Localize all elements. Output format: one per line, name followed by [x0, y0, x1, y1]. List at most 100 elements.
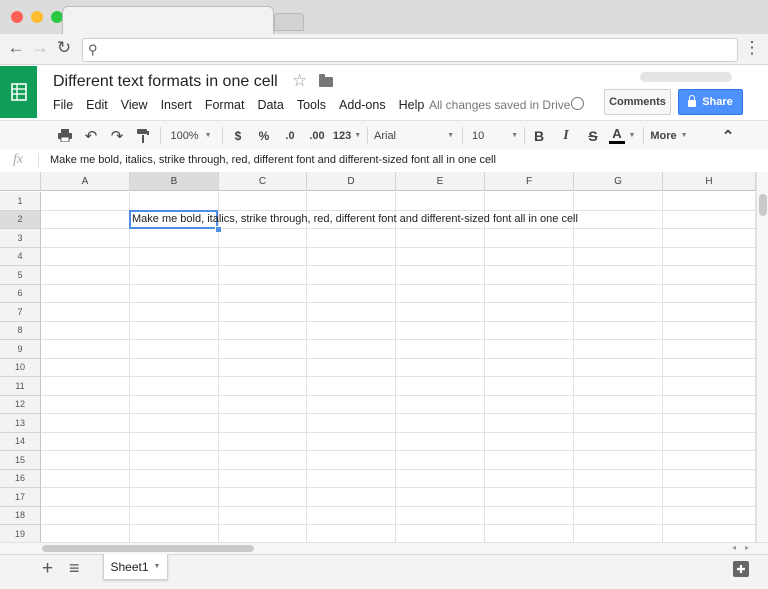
- row-header[interactable]: 9: [0, 340, 41, 359]
- menu-edit[interactable]: Edit: [86, 98, 108, 114]
- grid-cell[interactable]: [41, 210, 130, 229]
- menu-format[interactable]: Format: [205, 98, 245, 114]
- grid-cell[interactable]: [485, 266, 574, 285]
- paint-format-icon[interactable]: [132, 121, 154, 150]
- column-header[interactable]: E: [396, 172, 485, 191]
- grid-cell[interactable]: [574, 469, 663, 488]
- grid-cell[interactable]: [41, 229, 130, 248]
- grid-cell[interactable]: [485, 377, 574, 396]
- column-header[interactable]: H: [663, 172, 756, 191]
- row-header[interactable]: 8: [0, 321, 41, 340]
- grid-cell[interactable]: [574, 321, 663, 340]
- row-header[interactable]: 3: [0, 229, 41, 248]
- chevron-down-icon[interactable]: ▼: [154, 563, 161, 570]
- grid-cell[interactable]: [396, 247, 485, 266]
- grid-cell[interactable]: [130, 488, 219, 507]
- grid-cell[interactable]: [130, 469, 219, 488]
- grid-cell[interactable]: [41, 192, 130, 211]
- grid-cell[interactable]: [663, 284, 756, 303]
- grid-cell[interactable]: [307, 469, 396, 488]
- more-toolbar-button[interactable]: More ▼: [649, 121, 689, 150]
- grid-cell[interactable]: [219, 432, 307, 451]
- grid-cell[interactable]: [307, 321, 396, 340]
- row-header[interactable]: 2: [0, 210, 41, 229]
- grid-cell[interactable]: [485, 432, 574, 451]
- grid-cell[interactable]: [130, 321, 219, 340]
- grid-cell[interactable]: [219, 247, 307, 266]
- decrease-decimals-button[interactable]: .0: [280, 121, 300, 150]
- row-header[interactable]: 1: [0, 192, 41, 211]
- grid-cell[interactable]: [307, 340, 396, 359]
- grid-cell[interactable]: [130, 229, 219, 248]
- row-header[interactable]: 14: [0, 432, 41, 451]
- grid-cell[interactable]: [574, 266, 663, 285]
- grid-cell[interactable]: [396, 432, 485, 451]
- grid-cell[interactable]: [663, 247, 756, 266]
- revision-history-icon[interactable]: [571, 97, 584, 110]
- spreadsheet-grid[interactable]: ABCDEFGH 1 2 3 4 5 6 7 8 9 10 11 12 13 14 15 16 17 18 19: [0, 172, 756, 542]
- grid-cell[interactable]: [485, 340, 574, 359]
- grid-cell[interactable]: [396, 321, 485, 340]
- grid-cell[interactable]: [663, 377, 756, 396]
- grid-cell[interactable]: [485, 358, 574, 377]
- grid-cell[interactable]: [130, 340, 219, 359]
- grid-cell[interactable]: [41, 506, 130, 525]
- grid-cell[interactable]: [485, 192, 574, 211]
- grid-cell[interactable]: [485, 488, 574, 507]
- grid-cell[interactable]: [663, 525, 756, 542]
- row-header[interactable]: 7: [0, 303, 41, 322]
- zoom-select[interactable]: 100% ▼: [166, 121, 216, 150]
- back-icon[interactable]: ←: [5, 37, 27, 59]
- grid-cell[interactable]: [130, 284, 219, 303]
- grid-cell[interactable]: [574, 395, 663, 414]
- grid-cell[interactable]: [307, 525, 396, 542]
- grid-cell[interactable]: [396, 377, 485, 396]
- sheet-tab-sheet1[interactable]: Sheet1 ▼: [103, 554, 168, 580]
- row-header[interactable]: 16: [0, 469, 41, 488]
- grid-cell[interactable]: [485, 525, 574, 542]
- grid-cell[interactable]: [396, 192, 485, 211]
- grid-cell[interactable]: [396, 506, 485, 525]
- folder-icon[interactable]: [319, 74, 333, 87]
- forward-icon[interactable]: →: [29, 37, 51, 59]
- grid-cell[interactable]: [396, 303, 485, 322]
- grid-cell[interactable]: [307, 432, 396, 451]
- grid-cell[interactable]: [574, 284, 663, 303]
- grid-cell[interactable]: [307, 266, 396, 285]
- close-window-dot[interactable]: [11, 11, 23, 23]
- grid-cell[interactable]: [574, 210, 663, 229]
- grid-cell[interactable]: [219, 469, 307, 488]
- grid-cell[interactable]: [219, 340, 307, 359]
- grid-cell[interactable]: [396, 525, 485, 542]
- grid-cell[interactable]: [130, 432, 219, 451]
- star-icon[interactable]: ☆: [292, 71, 307, 91]
- grid-cell[interactable]: [307, 377, 396, 396]
- grid-cell[interactable]: [307, 395, 396, 414]
- grid-cell[interactable]: [219, 192, 307, 211]
- grid-cell[interactable]: [574, 488, 663, 507]
- column-header[interactable]: F: [485, 172, 574, 191]
- grid-cell[interactable]: [574, 358, 663, 377]
- menu-insert[interactable]: Insert: [161, 98, 192, 114]
- new-tab-button[interactable]: [274, 13, 304, 31]
- grid-cell[interactable]: [41, 303, 130, 322]
- grid-cell[interactable]: [307, 488, 396, 507]
- grid-cell[interactable]: [41, 284, 130, 303]
- more-formats-button[interactable]: 123 ▼: [332, 121, 362, 150]
- percent-format-button[interactable]: %: [254, 121, 274, 150]
- grid-cell[interactable]: [663, 321, 756, 340]
- grid-cell[interactable]: [574, 451, 663, 470]
- grid-cell[interactable]: [574, 506, 663, 525]
- bold-button[interactable]: B: [530, 121, 548, 150]
- grid-cell[interactable]: [574, 377, 663, 396]
- column-header[interactable]: G: [574, 172, 663, 191]
- browser-tab-active[interactable]: [62, 6, 274, 36]
- grid-cell[interactable]: [663, 395, 756, 414]
- add-sheet-icon[interactable]: +: [42, 558, 53, 580]
- column-header[interactable]: C: [219, 172, 307, 191]
- grid-cell[interactable]: [41, 451, 130, 470]
- grid-cell[interactable]: [219, 229, 307, 248]
- grid-cell[interactable]: [396, 266, 485, 285]
- grid-cell[interactable]: [485, 229, 574, 248]
- scroll-left-arrow-icon[interactable]: ◂: [732, 543, 736, 552]
